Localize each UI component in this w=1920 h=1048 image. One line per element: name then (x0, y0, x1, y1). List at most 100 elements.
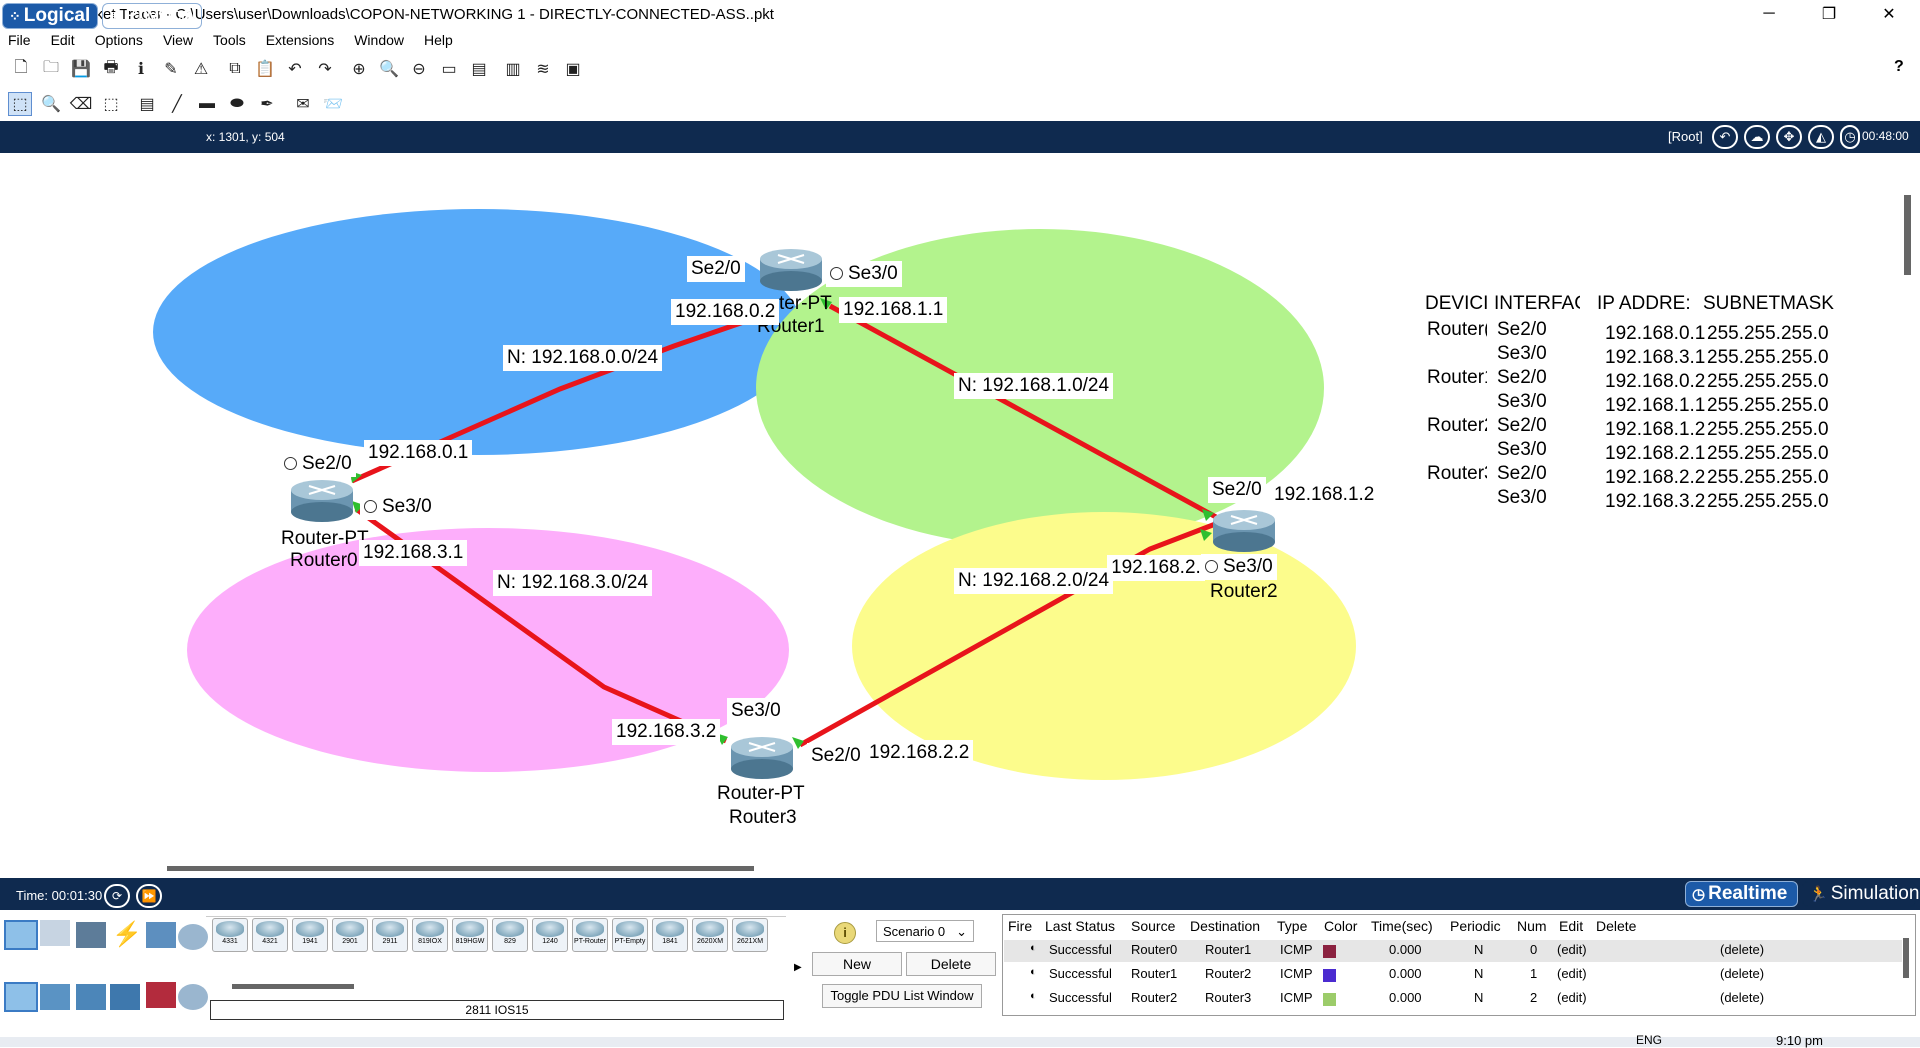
router0-icon[interactable] (289, 476, 355, 528)
device-model-tile[interactable]: 819IOX (412, 918, 448, 952)
router3-icon[interactable] (729, 733, 795, 785)
cluster-icon[interactable]: ≋ (532, 58, 554, 80)
scenario-info-icon[interactable]: i (834, 922, 856, 944)
workspace-horizontal-scrollbar[interactable] (167, 866, 754, 871)
pdu-delete-link[interactable]: (delete) (1720, 966, 1764, 981)
device-model-tile[interactable]: 1240 (532, 918, 568, 952)
paste-icon[interactable]: 📋 (254, 58, 276, 80)
new-file-icon[interactable]: 🗋 (10, 58, 32, 80)
misc-category-icon[interactable] (146, 922, 176, 948)
viewport-clock-icon[interactable]: ◷ (1840, 125, 1860, 149)
select-icon[interactable]: ⬚ (8, 92, 32, 116)
components-category-icon[interactable] (76, 922, 106, 948)
zoom-in-icon[interactable]: ⊕ (348, 58, 370, 80)
device-model-tile[interactable]: 4321 (252, 918, 288, 952)
resize-shape-icon[interactable]: ⬚ (100, 93, 122, 115)
network-info-icon[interactable]: ⚠ (190, 58, 212, 80)
fast-forward-icon[interactable]: ⏩ (136, 884, 162, 908)
zoom-out-icon[interactable]: ⊖ (408, 58, 430, 80)
pdu-list-scrollbar[interactable] (1903, 938, 1909, 978)
draw-ellipse-icon[interactable]: ⬬ (226, 93, 248, 115)
device-model-tile[interactable]: 4331 (212, 918, 248, 952)
delete-icon[interactable]: ⌫ (70, 93, 93, 115)
save-icon[interactable]: 💾 (70, 58, 92, 80)
fire-status-icon[interactable]: ◐ (1030, 966, 1037, 978)
back-icon[interactable]: ↶ (1712, 125, 1738, 149)
device-model-tile[interactable]: PT-Empty (612, 918, 648, 952)
add-complex-pdu-icon[interactable]: 📨 (322, 93, 344, 115)
move-object-icon[interactable]: ✥ (1776, 125, 1802, 149)
logical-tab[interactable]: ⁘ Logical (2, 3, 98, 29)
end-devices-category-icon[interactable] (40, 920, 70, 946)
menu-help[interactable]: Help (414, 32, 463, 48)
freeform-icon[interactable]: ✒ (256, 93, 278, 115)
pdu-delete-link[interactable]: (delete) (1720, 942, 1764, 957)
device-model-tile[interactable]: 2901 (332, 918, 368, 952)
device-list-scrollbar[interactable] (232, 984, 354, 989)
device-model-tile[interactable]: 2620XM (692, 918, 728, 952)
open-folder-icon[interactable]: 🗀 (40, 58, 62, 80)
place-note-icon[interactable]: ▤ (136, 93, 158, 115)
pdu-edit-link[interactable]: (edit) (1557, 966, 1587, 981)
network-devices-category-icon[interactable] (4, 920, 38, 950)
device-model-tile[interactable]: PT-Router (572, 918, 608, 952)
text-file-icon[interactable]: ▥ (502, 58, 524, 80)
inspect-icon[interactable]: 🔍 (40, 93, 62, 115)
device-model-tile[interactable]: 819HGW (452, 918, 488, 952)
delete-scenario-button[interactable]: Delete (906, 952, 996, 976)
menu-tools[interactable]: Tools (203, 32, 256, 48)
draw-rectangle-icon[interactable]: ▬ (196, 93, 218, 115)
device-model-tile[interactable]: 1941 (292, 918, 328, 952)
realtime-tab[interactable]: ◷ Realtime (1685, 881, 1798, 907)
wan-emulation-subcategory-icon[interactable] (178, 984, 208, 1010)
workspace-vertical-scrollbar[interactable] (1904, 195, 1911, 275)
menu-extensions[interactable]: Extensions (256, 32, 344, 48)
help-icon[interactable]: ? (1894, 58, 1904, 76)
wireless-subcategory-icon[interactable] (110, 984, 140, 1010)
fire-status-icon[interactable]: ◐ (1030, 942, 1037, 954)
activity-wizard-icon[interactable]: ✎ (160, 58, 182, 80)
power-cycle-icon[interactable]: ⟳ (104, 884, 130, 908)
simulation-tab[interactable]: 🏃 Simulation (1802, 881, 1919, 907)
copy-icon[interactable]: ⧉ (224, 58, 246, 80)
scenario-select[interactable]: Scenario 0 ⌄ (876, 920, 974, 942)
fire-status-icon[interactable]: ◐ (1030, 990, 1037, 1002)
switches-subcategory-icon[interactable] (40, 984, 70, 1010)
pdu-edit-link[interactable]: (edit) (1557, 990, 1587, 1005)
custom-devices-icon[interactable]: ▤ (468, 58, 490, 80)
hubs-subcategory-icon[interactable] (76, 984, 106, 1010)
menu-window[interactable]: Window (344, 32, 414, 48)
background-image-icon[interactable]: ◭ (1808, 125, 1834, 149)
restore-button[interactable]: ❐ (1806, 0, 1852, 28)
device-model-tile[interactable]: 2911 (372, 918, 408, 952)
root-breadcrumb[interactable]: [Root] (1668, 129, 1703, 144)
menu-edit[interactable]: Edit (41, 32, 85, 48)
pdu-delete-link[interactable]: (delete) (1720, 990, 1764, 1005)
new-scenario-button[interactable]: New (812, 952, 902, 976)
menu-file[interactable]: File (0, 32, 41, 48)
logical-workspace[interactable]: Router-PT Router0 Se2/0 192.168.0.1 Se3/… (0, 153, 1910, 865)
redo-icon[interactable]: ↷ (314, 58, 336, 80)
menu-options[interactable]: Options (85, 32, 153, 48)
minimize-button[interactable]: ─ (1746, 0, 1792, 28)
security-subcategory-icon[interactable] (146, 982, 176, 1008)
close-button[interactable]: ✕ (1866, 0, 1912, 28)
routers-subcategory-icon[interactable] (4, 982, 38, 1012)
toggle-pdu-list-button[interactable]: Toggle PDU List Window (822, 984, 982, 1008)
image-viewer-icon[interactable]: ▣ (562, 58, 584, 80)
drawing-palette-icon[interactable]: ▭ (438, 58, 460, 80)
connections-category-icon[interactable]: ⚡ (112, 920, 142, 948)
pdu-edit-link[interactable]: (edit) (1557, 942, 1587, 957)
info-icon[interactable]: ℹ (130, 58, 152, 80)
undo-icon[interactable]: ↶ (284, 58, 306, 80)
device-model-tile[interactable]: 1841 (652, 918, 688, 952)
multiuser-category-icon[interactable] (178, 924, 208, 950)
device-model-tile[interactable]: 829 (492, 918, 528, 952)
add-simple-pdu-icon[interactable]: ✉ (292, 93, 314, 115)
router1-icon[interactable] (758, 245, 824, 297)
physical-tab[interactable]: ▦ Physical (102, 3, 202, 29)
menu-view[interactable]: View (153, 32, 203, 48)
zoom-reset-icon[interactable]: 🔍 (378, 58, 400, 80)
router2-icon[interactable] (1211, 506, 1277, 558)
expand-arrow-icon[interactable]: ▶ (794, 962, 802, 973)
